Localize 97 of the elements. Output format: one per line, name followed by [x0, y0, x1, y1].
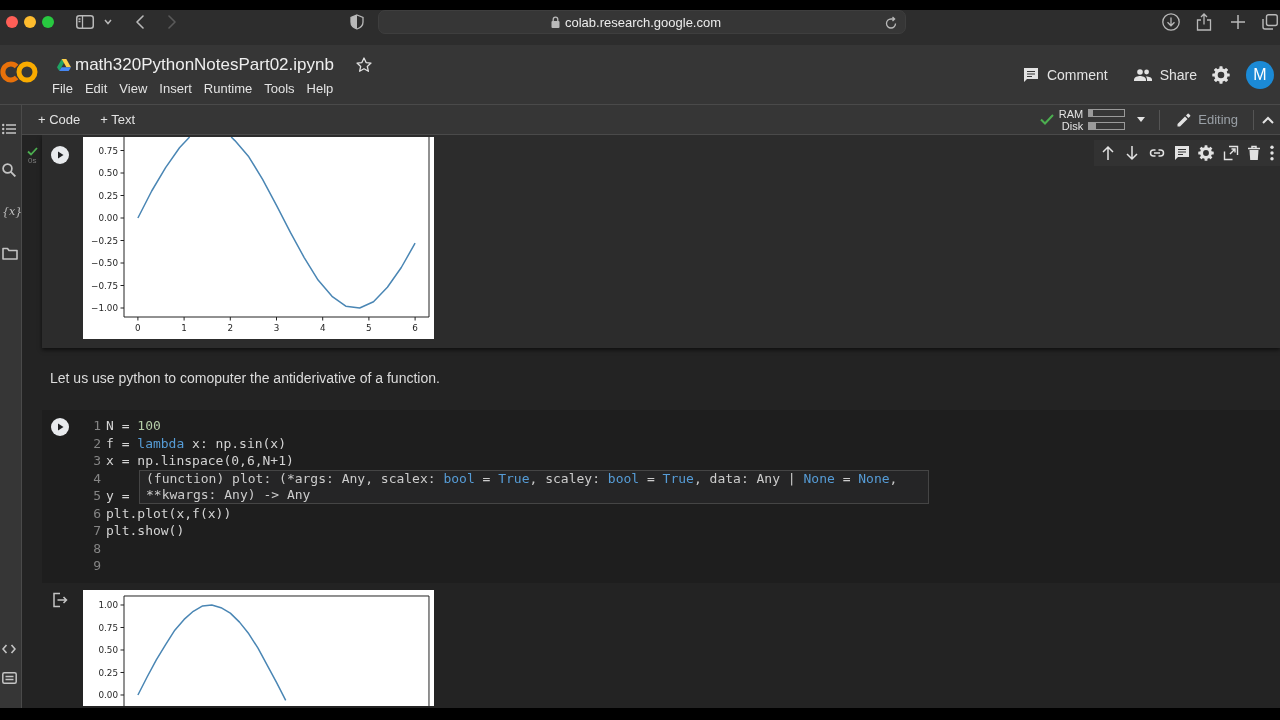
y-tick-label: −1.00	[91, 303, 118, 314]
y-tick-label: 1.00	[98, 599, 118, 610]
download-icon[interactable]	[1162, 13, 1180, 31]
y-tick-label: 0.25	[98, 667, 118, 678]
shield-icon[interactable]	[350, 14, 364, 30]
pencil-icon	[1176, 111, 1193, 128]
logo-icon[interactable]	[0, 59, 38, 85]
back-icon[interactable]	[136, 15, 144, 29]
sidebar-toggle-icon[interactable]	[76, 15, 94, 29]
resource-label: RAM	[1058, 107, 1084, 120]
window-zoom-button[interactable]	[42, 16, 54, 28]
share-icon[interactable]	[1196, 13, 1212, 31]
search-icon[interactable]	[2, 163, 16, 177]
box-arrow-icon[interactable]	[52, 591, 68, 608]
tabs-overview-icon[interactable]	[1262, 14, 1278, 30]
y-tick-label: 0.75	[98, 622, 118, 633]
code-line: plt.plot(x,f(x))	[106, 504, 232, 522]
list-icon[interactable]	[2, 123, 16, 135]
arrow-down-icon[interactable]	[1124, 145, 1141, 161]
y-tick-label: −0.50	[91, 258, 118, 269]
new-tab-icon[interactable]	[1231, 15, 1245, 29]
people-icon	[1133, 68, 1152, 81]
line-number: 2	[92, 434, 101, 452]
x-tick-label: 3	[273, 323, 280, 333]
caret-down-icon[interactable]	[1137, 117, 1146, 122]
line-number: 6	[92, 504, 101, 522]
resource-label: Disk	[1061, 119, 1084, 132]
menu-item[interactable]: Tools	[258, 79, 301, 99]
signature-tooltip: (function) plot: (*args: Any, scalex: bool = True, scaley: bool = True, data: Any | None = None, **kwargs: Any) -> Any	[139, 469, 929, 504]
chevron-down-icon[interactable]	[104, 19, 112, 25]
link-icon[interactable]	[1149, 149, 1166, 157]
folder-icon[interactable]	[2, 247, 18, 260]
add-cell-button[interactable]: + Code	[30, 107, 89, 132]
menu-item[interactable]: View	[113, 79, 154, 99]
y-tick-label: 0.00	[98, 213, 118, 224]
lock-icon	[550, 16, 560, 28]
code-line: y =	[106, 487, 130, 505]
code-line: plt.show()	[106, 522, 185, 540]
check-icon	[27, 147, 38, 156]
x-tick-label: 1	[181, 323, 187, 333]
chevron-up-icon[interactable]	[1262, 115, 1274, 124]
address-bar[interactable]: colab.research.google.com	[378, 10, 906, 34]
settings-icon[interactable]	[1198, 145, 1215, 161]
trash-icon[interactable]	[1247, 145, 1262, 161]
share-button[interactable]: Share	[1125, 60, 1205, 89]
triangle-icon[interactable]	[57, 59, 71, 71]
reload-icon[interactable]	[885, 15, 897, 29]
menu-item[interactable]: File	[46, 79, 79, 99]
url-text: colab.research.google.com	[564, 14, 722, 30]
y-tick-label: 0.50	[98, 644, 118, 655]
markdown-text: Let us use python to comoputer the antiderivative of a function.	[49, 369, 441, 388]
x-tick-label: 4	[319, 323, 326, 333]
x-tick-label: 5	[366, 323, 372, 333]
y-tick-label: −0.25	[91, 235, 118, 246]
settings-icon[interactable]	[1212, 65, 1230, 84]
y-tick-label: 0.50	[98, 168, 118, 179]
code-line: x = np.linspace(0,6,N+1)	[106, 452, 294, 470]
line-number: 5	[92, 487, 101, 505]
execution-time: 0s	[28, 156, 37, 165]
account-avatar[interactable]: M	[1246, 60, 1274, 89]
menu-item[interactable]: Edit	[78, 79, 114, 99]
y-tick-label: 0.75	[98, 145, 118, 156]
check-icon	[1039, 114, 1054, 125]
menu-item[interactable]: Insert	[153, 79, 198, 99]
code-brackets-icon[interactable]	[2, 644, 16, 654]
line-number: 7	[92, 522, 101, 540]
x-tick-label: 2	[227, 323, 234, 333]
code-line: f = lambda x: np.sin(x)	[106, 434, 287, 452]
star-icon[interactable]	[355, 57, 372, 73]
variables-button[interactable]: {x}	[2, 205, 23, 219]
y-tick-label: −0.75	[91, 280, 118, 291]
line-number: 9	[92, 557, 101, 575]
x-tick-label: 0	[135, 323, 141, 333]
line-number: 1	[92, 417, 101, 435]
code-cell[interactable]: 0.75 0.50 0.25 0.00 −0.25 −0.50 −0.75 −1.00 0 1 2 3 4 5 6	[42, 135, 1280, 348]
square-arrow-icon[interactable]	[1222, 145, 1239, 161]
list-box-icon[interactable]	[2, 672, 17, 684]
x-tick-label: 6	[412, 323, 418, 333]
editing-button[interactable]: Editing	[1170, 107, 1244, 132]
window-minimize-button[interactable]	[24, 16, 36, 28]
line-number: 3	[92, 452, 101, 470]
run-button[interactable]	[51, 418, 69, 436]
line-number: 4	[92, 469, 101, 487]
comment-button[interactable]: Comment	[1014, 60, 1116, 89]
line-number: 8	[92, 539, 101, 557]
comment-icon	[1022, 66, 1039, 83]
code-line: N = 100	[106, 417, 161, 435]
more-icon[interactable]	[1270, 145, 1274, 161]
comment-icon[interactable]	[1173, 145, 1190, 161]
y-tick-label: 0.00	[98, 689, 118, 700]
notebook-title[interactable]: math320PythonNotesPart02.ipynb	[75, 55, 334, 75]
add-cell-button[interactable]: + Text	[92, 107, 144, 132]
window-close-button[interactable]	[6, 16, 18, 28]
run-button[interactable]	[51, 146, 69, 164]
menu-item[interactable]: Help	[300, 79, 340, 99]
y-tick-label: 0.25	[98, 190, 118, 201]
menu-item[interactable]: Runtime	[197, 79, 259, 99]
